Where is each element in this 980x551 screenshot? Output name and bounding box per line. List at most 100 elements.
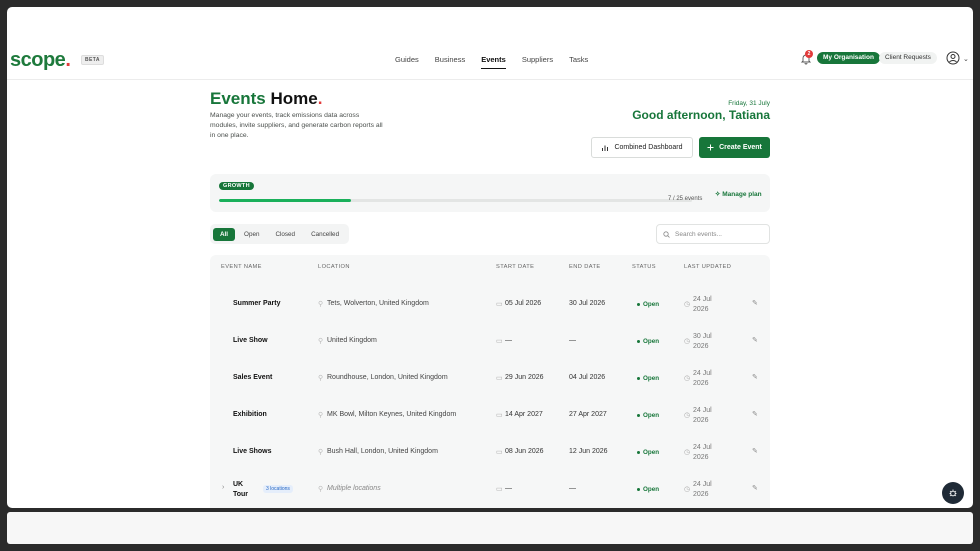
create-event-label: Create Event	[719, 144, 762, 151]
edit-pencil-icon[interactable]: ✎	[752, 299, 758, 307]
start-date: 08 Jun 2026	[505, 448, 544, 455]
last-updated: 24 Jul 2026	[693, 370, 712, 387]
chevron-down-icon[interactable]: ⌄	[963, 55, 969, 63]
nav-links: Guides Business Events Suppliers Tasks	[395, 55, 588, 69]
event-location: United Kingdom	[327, 337, 377, 344]
filter-all[interactable]: All	[213, 227, 236, 241]
locations-count-badge: 3 locations	[263, 485, 293, 493]
nav-suppliers[interactable]: Suppliers	[522, 55, 553, 69]
nav-events[interactable]: Events	[481, 55, 506, 69]
table-row[interactable]: Live Shows ⚲ Bush Hall, London, United K…	[210, 434, 770, 471]
greeting: Good afternoon, Tatiana	[632, 108, 770, 122]
calendar-icon: ▭	[496, 375, 503, 382]
col-status[interactable]: STATUS	[632, 264, 656, 270]
status-badge: Open	[637, 449, 659, 456]
end-date: —	[569, 485, 576, 492]
event-name[interactable]: Summer Party	[233, 300, 280, 307]
my-organisation-button[interactable]: My Organisation	[817, 52, 880, 64]
chevron-right-icon[interactable]: ›	[222, 484, 224, 491]
edit-pencil-icon[interactable]: ✎	[752, 484, 758, 492]
filter-open[interactable]: Open	[237, 228, 266, 241]
end-date: —	[569, 337, 576, 344]
event-name[interactable]: Sales Event	[233, 374, 272, 381]
table-row[interactable]: Exhibition ⚲ MK Bowl, Milton Keynes, Uni…	[210, 397, 770, 434]
clock-icon: ◷	[684, 375, 691, 382]
nav-tasks[interactable]: Tasks	[569, 55, 588, 69]
nav-business[interactable]: Business	[435, 55, 465, 69]
logo[interactable]: scope.	[10, 49, 71, 72]
calendar-icon: ▭	[496, 449, 503, 456]
page-description: Manage your events, track emissions data…	[210, 112, 383, 139]
beta-badge: BETA	[81, 55, 104, 65]
top-navigation: scope. BETA Guides Business Events Suppl…	[7, 45, 973, 80]
nav-guides[interactable]: Guides	[395, 55, 419, 69]
event-location: MK Bowl, Milton Keynes, United Kingdom	[327, 411, 457, 418]
calendar-icon: ▭	[496, 412, 503, 419]
filter-cancelled[interactable]: Cancelled	[304, 228, 346, 241]
calendar-icon: ▭	[496, 486, 503, 493]
edit-pencil-icon[interactable]: ✎	[752, 336, 758, 344]
table-row[interactable]: Live Show ⚲ United Kingdom ▭ — — Open ◷ …	[210, 323, 770, 360]
create-event-button[interactable]: Create Event	[699, 137, 770, 158]
bar-chart-icon	[602, 145, 609, 151]
event-location: Tets, Wolverton, United Kingdom	[327, 300, 429, 307]
event-name[interactable]: UK Tour	[233, 480, 248, 500]
last-updated: 30 Jul 2026	[693, 333, 712, 350]
col-location[interactable]: LOCATION	[318, 264, 350, 270]
col-start-date[interactable]: START DATE	[496, 264, 534, 270]
location-pin-icon: ⚲	[318, 375, 324, 382]
manage-plan-link[interactable]: ✧ Manage plan	[715, 190, 762, 198]
event-name[interactable]: Live Show	[233, 337, 268, 344]
app-window: scope. BETA Guides Business Events Suppl…	[7, 7, 973, 508]
last-updated: 24 Jul 2026	[693, 444, 712, 461]
search-icon	[663, 230, 670, 238]
end-date: 12 Jun 2026	[569, 448, 608, 455]
start-date: 14 Apr 2027	[505, 411, 543, 418]
user-avatar-icon[interactable]	[946, 51, 960, 65]
events-table: EVENT NAME LOCATION START DATE END DATE …	[210, 255, 770, 508]
status-badge: Open	[637, 486, 659, 493]
end-date: 04 Jul 2026	[569, 374, 606, 381]
clock-icon: ◷	[684, 412, 691, 419]
col-last-updated[interactable]: LAST UPDATED	[684, 264, 731, 270]
event-location: Roundhouse, London, United Kingdom	[327, 374, 448, 381]
col-end-date[interactable]: END DATE	[569, 264, 601, 270]
plus-icon	[707, 144, 714, 151]
start-date: 29 Jun 2026	[505, 374, 544, 381]
start-date: —	[505, 337, 512, 344]
bottom-bar	[7, 512, 973, 544]
col-event-name[interactable]: EVENT NAME	[221, 264, 262, 270]
event-name[interactable]: Live Shows	[233, 448, 272, 455]
event-name[interactable]: Exhibition	[233, 411, 267, 418]
bug-icon	[949, 489, 957, 497]
search-placeholder: Search events...	[675, 230, 722, 238]
location-pin-icon: ⚲	[318, 338, 324, 345]
location-pin-icon: ⚲	[318, 486, 324, 493]
filter-closed[interactable]: Closed	[268, 228, 302, 241]
table-row[interactable]: › UK Tour 3 locations ⚲ Multiple location…	[210, 471, 770, 508]
table-row[interactable]: Sales Event ⚲ Roundhouse, London, United…	[210, 360, 770, 397]
status-filter-tabs: All Open Closed Cancelled	[210, 224, 350, 244]
edit-pencil-icon[interactable]: ✎	[752, 410, 758, 418]
plan-event-count: 7 / 25 events	[668, 196, 703, 202]
status-badge: Open	[637, 301, 659, 308]
start-date: 05 Jul 2026	[505, 300, 542, 307]
event-location: Multiple locations	[327, 485, 381, 492]
current-date: Friday, 31 July	[728, 100, 770, 107]
client-requests-button[interactable]: Client Requests	[879, 52, 937, 64]
calendar-icon: ▭	[496, 338, 503, 345]
status-badge: Open	[637, 412, 659, 419]
edit-pencil-icon[interactable]: ✎	[752, 373, 758, 381]
combined-dashboard-button[interactable]: Combined Dashboard	[591, 137, 693, 158]
edit-pencil-icon[interactable]: ✎	[752, 447, 758, 455]
help-bug-button[interactable]	[942, 482, 964, 504]
table-row[interactable]: Summer Party ⚲ Tets, Wolverton, United K…	[210, 286, 770, 323]
clock-icon: ◷	[684, 486, 691, 493]
plan-progress-fill	[219, 199, 352, 202]
clock-icon: ◷	[684, 301, 691, 308]
location-pin-icon: ⚲	[318, 449, 324, 456]
status-badge: Open	[637, 338, 659, 345]
location-pin-icon: ⚲	[318, 301, 324, 308]
page-title: Events Home.	[210, 89, 323, 108]
search-input[interactable]: Search events...	[656, 224, 770, 244]
